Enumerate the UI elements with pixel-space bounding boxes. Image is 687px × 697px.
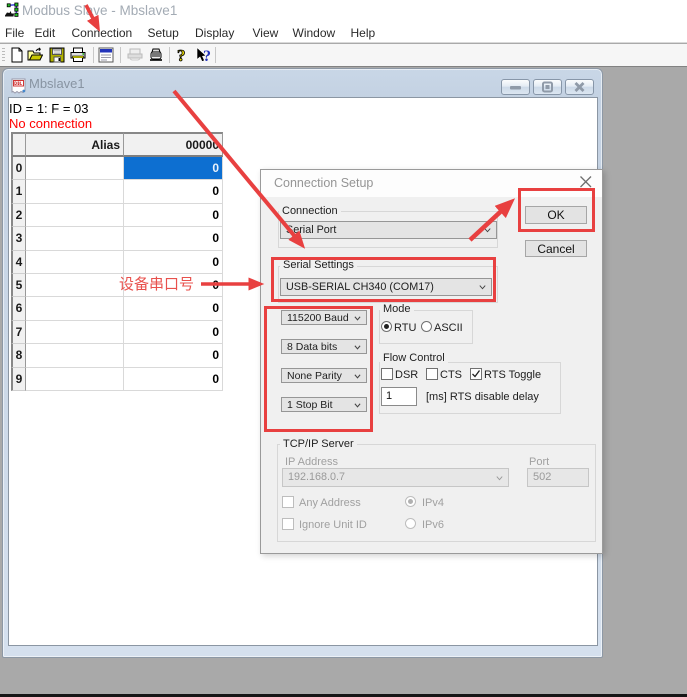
svg-text:?: ?	[177, 47, 186, 63]
